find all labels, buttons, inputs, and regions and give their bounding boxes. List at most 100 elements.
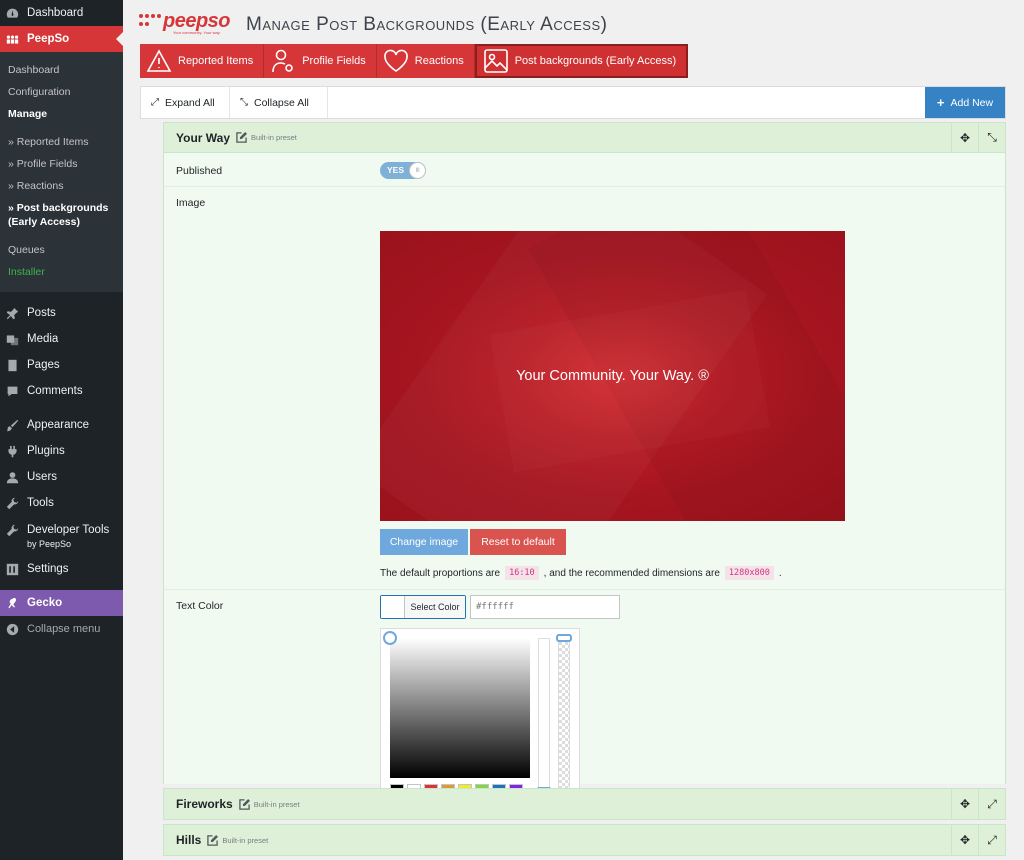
peepso-logo-mark xyxy=(139,14,161,28)
panel-badge[interactable]: Built-in preset xyxy=(238,798,300,810)
alpha-slider-handle[interactable] xyxy=(556,634,572,642)
warning-icon xyxy=(146,49,172,72)
text-color-row: Text Color Select Color xyxy=(164,590,1005,804)
alpha-slider[interactable] xyxy=(558,638,570,798)
comments-icon xyxy=(0,378,24,404)
hint-middle: , and the recommended dimensions are xyxy=(543,567,720,579)
menu-pages[interactable]: Pages xyxy=(0,352,123,378)
menu-gecko-label: Gecko xyxy=(27,597,63,609)
tab-reported-items[interactable]: Reported Items xyxy=(140,44,265,78)
panel-your-way-header[interactable]: Your Way Built-in preset ✥ ⤡ xyxy=(164,123,1005,153)
color-picker xyxy=(380,628,580,804)
panel-title: Your Way xyxy=(176,130,231,145)
tab-reactions-label: Reactions xyxy=(414,55,464,67)
saturation-handle[interactable] xyxy=(383,631,397,645)
menu-developer-tools-sublabel: by PeepSo xyxy=(27,539,72,549)
collapse-all-label: Collapse All xyxy=(254,96,309,109)
submenu-post-backgrounds[interactable]: » Post backgrounds (Early Access) xyxy=(0,197,123,233)
submenu-queues[interactable]: Queues xyxy=(0,239,123,261)
collapse-all-button[interactable]: ⤡ Collapse All xyxy=(230,87,328,118)
panel-fireworks-header[interactable]: Fireworks Built-in preset ✥ ⤢ xyxy=(164,789,1005,819)
expand-panel-icon[interactable]: ⤢ xyxy=(978,789,1005,819)
toggle-label: YES xyxy=(387,165,405,175)
move-handle-icon[interactable]: ✥ xyxy=(951,123,978,152)
menu-posts[interactable]: Posts xyxy=(0,300,123,326)
panel-hills-header[interactable]: Hills Built-in preset ✥ ⤢ xyxy=(164,825,1005,855)
image-row: Image Your Community. Your Way. ® Change… xyxy=(164,187,1005,590)
menu-peepso[interactable]: PeepSo xyxy=(0,26,123,52)
menu-media-label: Media xyxy=(27,333,59,345)
menu-appearance[interactable]: Appearance xyxy=(0,412,123,438)
panel-badge[interactable]: Built-in preset xyxy=(207,834,268,846)
peepso-icon xyxy=(0,26,24,52)
plugin-icon xyxy=(0,438,24,464)
toolbar: ⤢ Expand All ⤡ Collapse All + Add New xyxy=(140,86,1006,119)
published-toggle[interactable]: YES III xyxy=(380,162,426,179)
menu-gecko[interactable]: Gecko xyxy=(0,590,123,616)
tab-post-backgrounds-label: Post backgrounds (Early Access) xyxy=(514,55,677,67)
color-hex-input[interactable] xyxy=(470,595,620,619)
gecko-icon xyxy=(0,590,24,616)
menu-developer-tools-label: Developer Tools xyxy=(27,524,110,536)
menu-plugins[interactable]: Plugins xyxy=(0,438,123,464)
move-handle-icon[interactable]: ✥ xyxy=(951,789,978,819)
pin-icon xyxy=(0,300,24,326)
color-swatch xyxy=(381,596,405,618)
select-color-button[interactable]: Select Color xyxy=(380,595,466,619)
edit-icon xyxy=(236,132,248,143)
menu-comments[interactable]: Comments xyxy=(0,378,123,404)
hint-dims: 1280x800 xyxy=(724,566,774,580)
background-preview-image: Your Community. Your Way. ® xyxy=(380,231,845,521)
tab-post-backgrounds[interactable]: Post backgrounds (Early Access) xyxy=(474,44,689,78)
menu-tools[interactable]: Tools xyxy=(0,490,123,516)
wrench-icon xyxy=(0,523,24,537)
edit-icon xyxy=(207,834,219,846)
reset-to-default-button[interactable]: Reset to default xyxy=(470,529,566,555)
saturation-square[interactable] xyxy=(390,638,530,778)
collapse-arrows-icon: ⤡ xyxy=(240,97,248,108)
collapse-panel-icon[interactable]: ⤡ xyxy=(978,123,1005,152)
tab-reported-items-label: Reported Items xyxy=(178,55,254,67)
hint-prefix: The default proportions are xyxy=(380,567,501,579)
expand-all-button[interactable]: ⤢ Expand All xyxy=(141,87,230,118)
move-handle-icon[interactable]: ✥ xyxy=(951,825,978,855)
collapse-icon xyxy=(0,616,24,642)
tab-profile-fields[interactable]: Profile Fields xyxy=(264,44,377,78)
page-header: peepso Your community. Your way. Manage … xyxy=(123,0,1024,44)
add-new-button[interactable]: + Add New xyxy=(925,87,1005,118)
tab-reactions[interactable]: Reactions xyxy=(376,44,475,78)
panel-badge-label: Built-in preset xyxy=(253,799,300,809)
published-label: Published xyxy=(176,165,223,177)
menu-comments-label: Comments xyxy=(27,385,83,397)
image-label: Image xyxy=(176,197,206,209)
panel-hills: Hills Built-in preset ✥ ⤢ xyxy=(163,824,1006,856)
submenu-installer[interactable]: Installer xyxy=(0,261,123,283)
submenu-reactions[interactable]: » Reactions xyxy=(0,175,123,197)
collapse-menu-button[interactable]: Collapse menu xyxy=(0,616,123,642)
published-row: Published YES III xyxy=(164,153,1005,187)
user-icon xyxy=(0,464,24,490)
dimensions-hint: The default proportions are 16:10 , and … xyxy=(380,566,782,580)
expand-icon: ⤢ xyxy=(151,97,159,108)
plus-icon: + xyxy=(936,95,945,110)
menu-settings[interactable]: Settings xyxy=(0,556,123,582)
submenu-manage[interactable]: Manage xyxy=(0,103,123,125)
panel-fireworks: Fireworks Built-in preset ✥ ⤢ xyxy=(163,788,1006,820)
submenu-configuration[interactable]: Configuration xyxy=(0,81,123,103)
hue-slider[interactable] xyxy=(538,638,550,798)
menu-users[interactable]: Users xyxy=(0,464,123,490)
media-icon xyxy=(0,326,24,352)
select-color-label: Select Color xyxy=(405,596,465,618)
menu-developer-tools[interactable]: Developer Tools by PeepSo xyxy=(0,516,123,556)
peepso-tabs: Reported Items Profile Fields Reactions … xyxy=(140,44,689,78)
change-image-button[interactable]: Change image xyxy=(380,529,468,555)
submenu-profile-fields[interactable]: » Profile Fields xyxy=(0,153,123,175)
menu-users-label: Users xyxy=(27,471,58,483)
menu-media[interactable]: Media xyxy=(0,326,123,352)
image-icon xyxy=(483,49,508,73)
panel-badge[interactable]: Built-in preset xyxy=(236,132,297,143)
expand-panel-icon[interactable]: ⤢ xyxy=(978,825,1005,855)
menu-dashboard[interactable]: Dashboard xyxy=(0,0,123,26)
submenu-reported-items[interactable]: » Reported Items xyxy=(0,131,123,153)
submenu-dashboard[interactable]: Dashboard xyxy=(0,59,123,81)
